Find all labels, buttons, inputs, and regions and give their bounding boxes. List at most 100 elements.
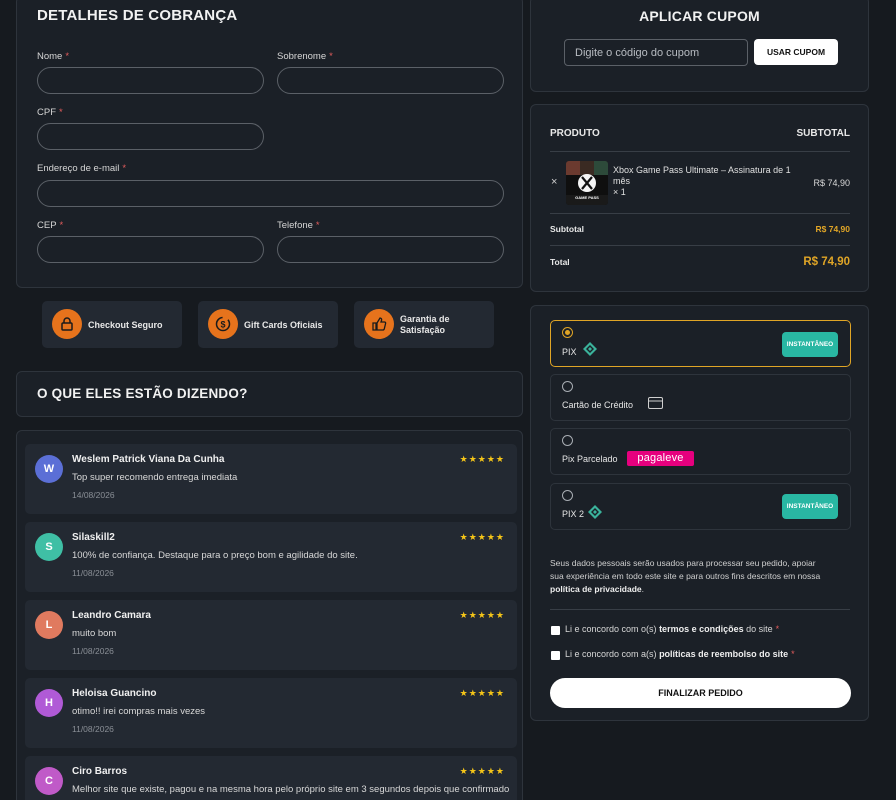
- avatar: W: [35, 455, 63, 483]
- review-item: L Leandro Camara ★★★★★ muito bom 11/08/2…: [25, 600, 517, 670]
- review-item: H Heloisa Guancino ★★★★★ otimo!! irei co…: [25, 678, 517, 748]
- order-summary-panel: PRODUTO SUBTOTAL × GAME PASS Xbox Game P…: [530, 104, 869, 292]
- avatar: L: [35, 611, 63, 639]
- payment-option-pix[interactable]: PIX INSTANTÂNEO: [550, 320, 851, 367]
- total-label: Total: [550, 257, 570, 267]
- avatar: H: [35, 689, 63, 717]
- email-field[interactable]: [37, 180, 504, 207]
- pagaleve-logo: pagaleve: [627, 451, 694, 466]
- subtotal-value: R$ 74,90: [815, 224, 851, 234]
- payment-panel: PIX INSTANTÂNEO Cartão de Crédito Pix Pa…: [530, 305, 869, 721]
- refund-label: Li e concordo com a(s) políticas de reem…: [565, 649, 795, 659]
- secure-checkout-badge: Checkout Seguro: [42, 301, 182, 348]
- apply-coupon-button[interactable]: USAR CUPOM: [754, 39, 838, 65]
- product-name: Xbox Game Pass Ultimate – Assinatura de …: [613, 165, 791, 197]
- divider: [550, 213, 850, 214]
- pix-installments-radio[interactable]: [562, 435, 573, 446]
- review-author: Weslem Patrick Viana Da Cunha: [72, 454, 225, 465]
- pix-installments-label: Pix Parcelado: [562, 454, 618, 464]
- review-text: muito bom: [72, 628, 117, 639]
- email-label: Endereço de e-mail *: [37, 163, 127, 174]
- total-value: R$ 74,90: [803, 256, 850, 268]
- pix-2-label: PIX 2: [562, 509, 585, 519]
- cpf-field[interactable]: [37, 123, 264, 150]
- avatar: S: [35, 533, 63, 561]
- cpf-label: CPF *: [37, 107, 63, 118]
- instant-tag: INSTANTÂNEO: [782, 332, 838, 357]
- review-item: S Silaskill2 ★★★★★ 100% de confiança. De…: [25, 522, 517, 592]
- first-name-field[interactable]: [37, 67, 264, 94]
- review-item: W Weslem Patrick Viana Da Cunha ★★★★★ To…: [25, 444, 517, 514]
- review-date: 11/08/2026: [72, 724, 114, 734]
- coupon-panel: APLICAR CUPOM USAR CUPOM: [530, 0, 869, 92]
- product-column-header: PRODUTO: [550, 128, 600, 139]
- review-author: Silaskill2: [72, 532, 115, 543]
- pix-label: PIX: [562, 347, 577, 357]
- thumbs-up-icon: [364, 309, 394, 339]
- privacy-policy-link[interactable]: política de privacidade: [550, 584, 642, 594]
- billing-title: DETALHES DE COBRANÇA: [37, 7, 238, 24]
- first-name-label: Nome *: [37, 51, 70, 62]
- divider: [550, 151, 850, 152]
- terms-link[interactable]: termos e condições: [659, 624, 744, 634]
- secure-checkout-label: Checkout Seguro: [88, 320, 163, 330]
- pix-radio[interactable]: [562, 327, 573, 338]
- pix-icon: [583, 342, 597, 356]
- divider: [550, 245, 850, 246]
- phone-field[interactable]: [277, 236, 504, 263]
- official-gift-cards-label: Gift Cards Oficiais: [244, 320, 323, 330]
- billing-details-panel: DETALHES DE COBRANÇA Nome * Sobrenome * CP…: [16, 0, 523, 288]
- review-stars: ★★★★★: [459, 688, 505, 698]
- pix-icon: [588, 505, 602, 519]
- divider: [550, 609, 850, 610]
- review-date: 11/08/2026: [72, 568, 114, 578]
- credit-card-label: Cartão de Crédito: [562, 400, 634, 410]
- privacy-notice: Seus dados pessoais serão usados para pr…: [550, 558, 821, 594]
- review-stars: ★★★★★: [459, 766, 505, 776]
- review-stars: ★★★★★: [459, 610, 505, 620]
- thumbnail-caption: GAME PASS: [575, 195, 599, 200]
- review-date: 14/08/2026: [72, 490, 115, 500]
- review-text: 100% de confiança. Destaque para o preço…: [72, 550, 358, 561]
- place-order-button[interactable]: FINALIZAR PEDIDO: [550, 678, 851, 708]
- refund-checkbox[interactable]: [551, 651, 560, 660]
- svg-text:$: $: [220, 320, 225, 330]
- review-text: Top super recomendo entrega imediata: [72, 472, 238, 483]
- phone-label: Telefone *: [277, 220, 320, 231]
- review-author: Leandro Camara: [72, 610, 151, 621]
- instant-tag: INSTANTÂNEO: [782, 494, 838, 519]
- review-item: C Ciro Barros ★★★★★ Melhor site que exis…: [25, 756, 517, 800]
- review-stars: ★★★★★: [459, 454, 505, 464]
- last-name-field[interactable]: [277, 67, 504, 94]
- review-author: Ciro Barros: [72, 766, 128, 777]
- cep-label: CEP *: [37, 220, 64, 231]
- avatar: C: [35, 767, 63, 795]
- product-thumbnail: GAME PASS: [566, 161, 608, 205]
- dollar-cycle-icon: $: [208, 309, 238, 339]
- review-text: Melhor site que existe, pagou e na mesma…: [72, 784, 512, 795]
- terms-label: Li e concordo com o(s) termos e condiçõe…: [565, 624, 780, 634]
- product-price: R$ 74,90: [813, 178, 850, 188]
- satisfaction-guarantee-label: Garantia de Satisfação: [400, 314, 450, 335]
- subtotal-label: Subtotal: [550, 224, 584, 234]
- coupon-input[interactable]: [564, 39, 748, 66]
- reviews-header-panel: O QUE ELES ESTÃO DIZENDO?: [16, 371, 523, 417]
- reviews-list-panel: W Weslem Patrick Viana Da Cunha ★★★★★ To…: [16, 430, 523, 800]
- subtotal-column-header: SUBTOTAL: [796, 128, 850, 139]
- cep-field[interactable]: [37, 236, 264, 263]
- review-author: Heloisa Guancino: [72, 688, 157, 699]
- refund-policy-link[interactable]: políticas de reembolso do site: [659, 649, 788, 659]
- payment-option-pix-installments[interactable]: Pix Parcelado pagaleve: [550, 428, 851, 475]
- review-date: 11/08/2026: [72, 646, 114, 656]
- payment-option-credit-card[interactable]: Cartão de Crédito: [550, 374, 851, 421]
- pix-2-radio[interactable]: [562, 490, 573, 501]
- review-text: otimo!! irei compras mais vezes: [72, 706, 206, 717]
- payment-option-pix-2[interactable]: PIX 2 INSTANTÂNEO: [550, 483, 851, 530]
- credit-card-icon: [648, 397, 663, 409]
- lock-icon: [52, 309, 82, 339]
- remove-item-button[interactable]: ×: [551, 176, 557, 188]
- credit-card-radio[interactable]: [562, 381, 573, 392]
- coupon-title: APLICAR CUPOM: [639, 8, 760, 24]
- satisfaction-guarantee-badge: Garantia de Satisfação: [354, 301, 494, 348]
- terms-checkbox[interactable]: [551, 626, 560, 635]
